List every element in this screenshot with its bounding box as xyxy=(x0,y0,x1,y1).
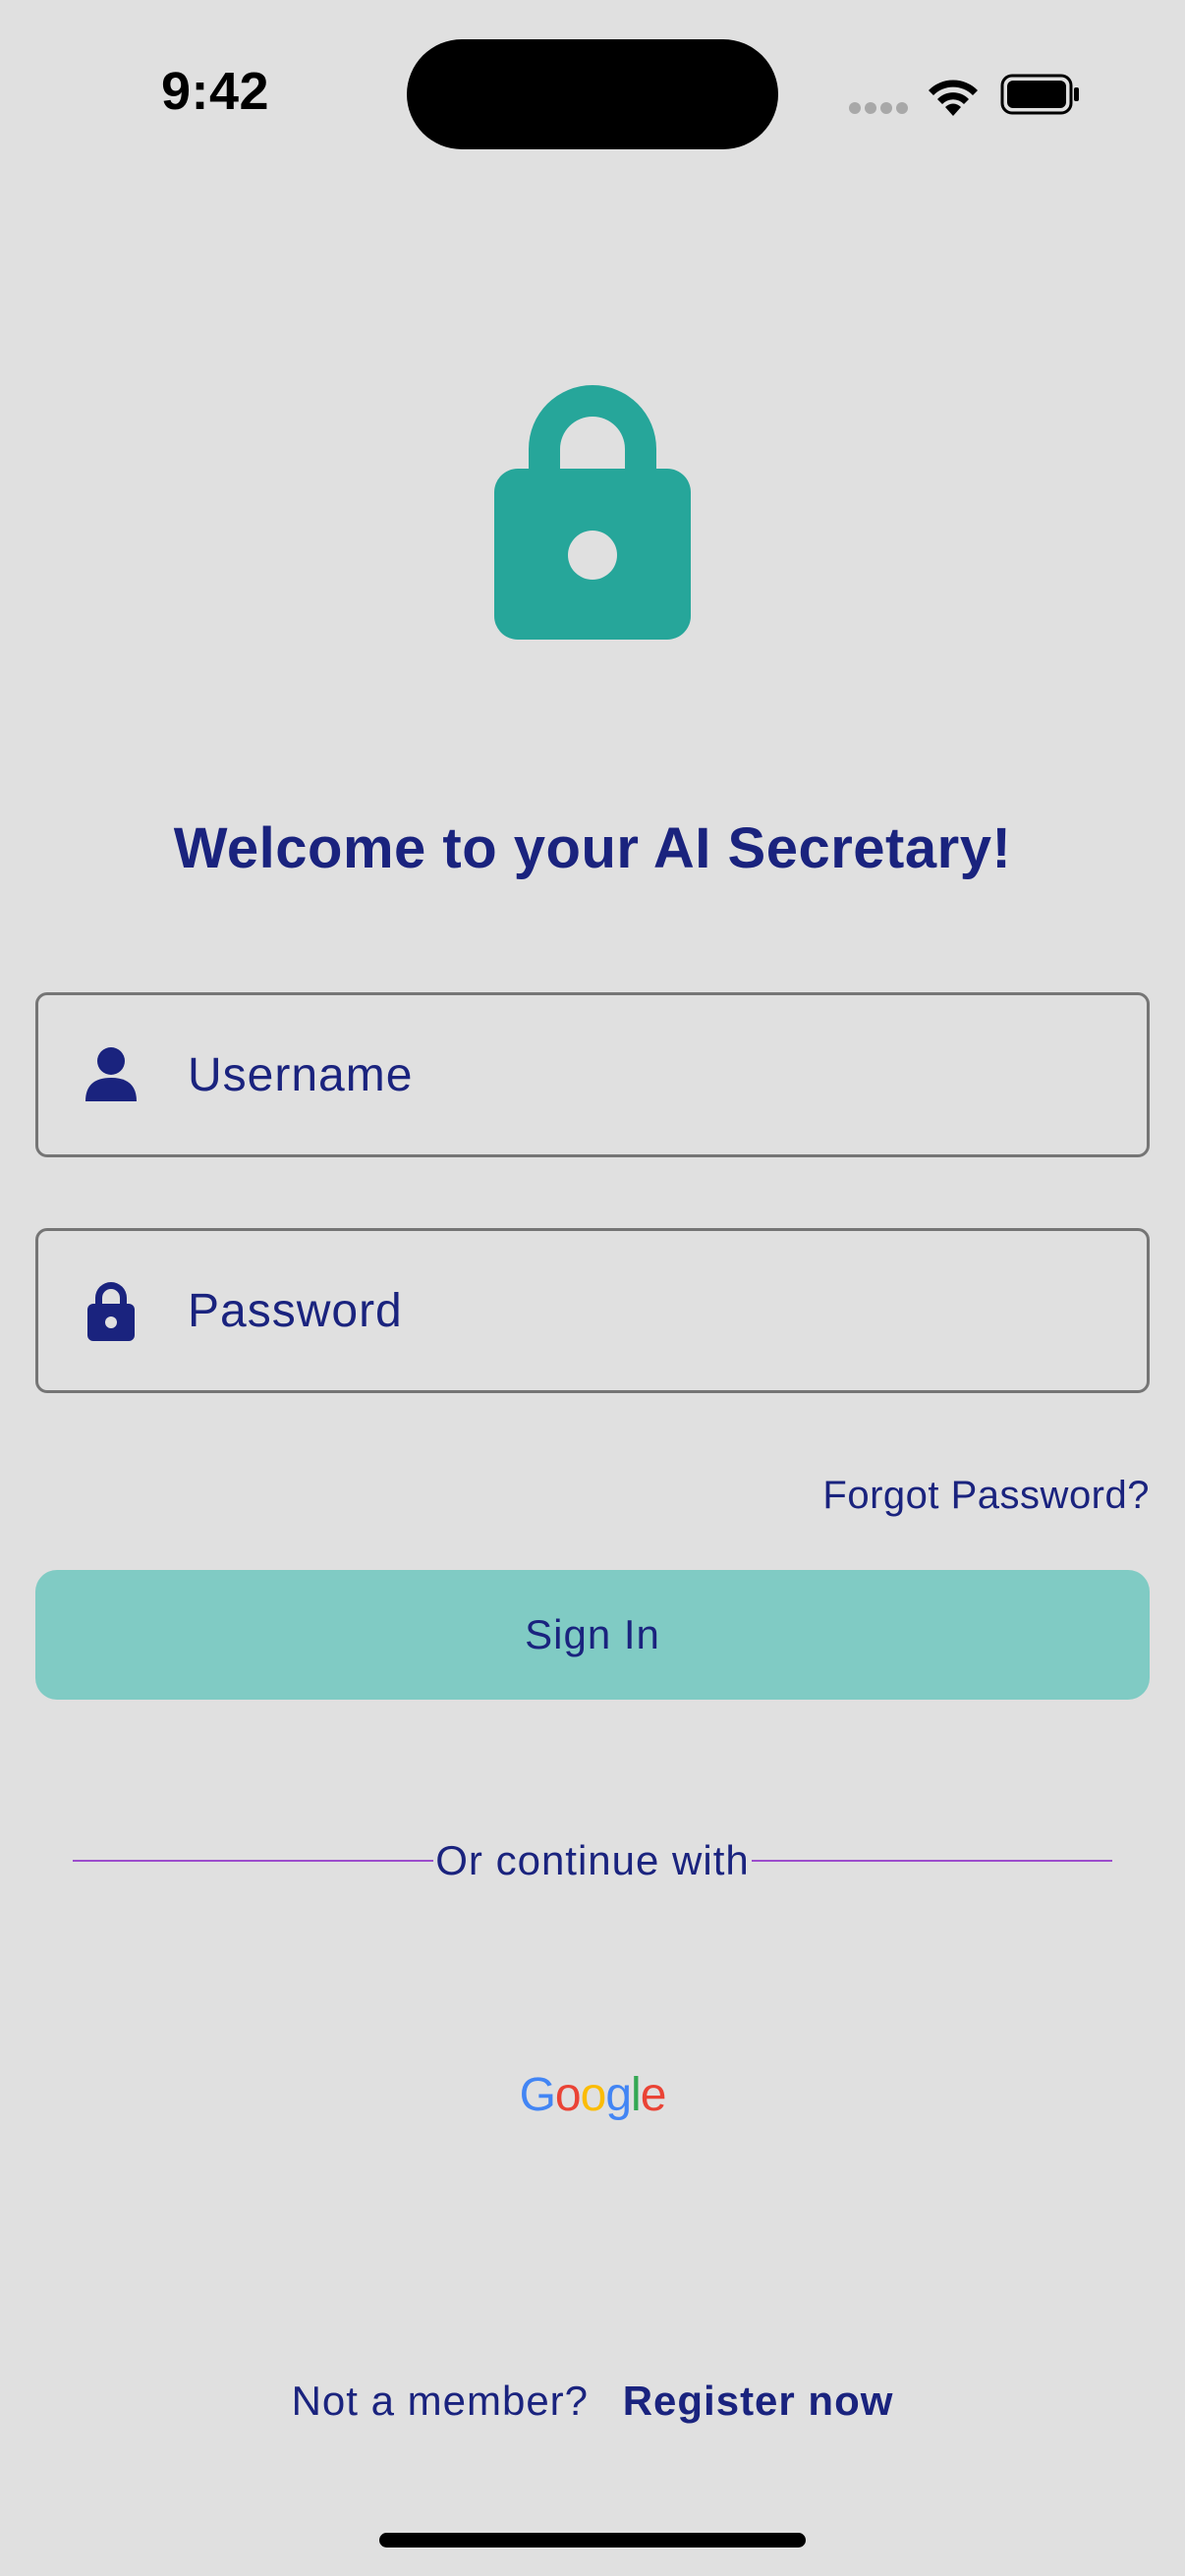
username-field[interactable] xyxy=(35,992,1150,1157)
divider-line-right xyxy=(751,1860,1113,1862)
or-continue-divider: Or continue with xyxy=(73,1835,1113,1886)
cellular-signal-icon xyxy=(849,102,908,116)
page-title: Welcome to your AI Secretary! xyxy=(173,816,1012,880)
person-icon xyxy=(85,1047,137,1101)
home-indicator[interactable] xyxy=(379,2533,806,2548)
register-row: Not a member? Register now xyxy=(0,2378,1185,2425)
password-field[interactable] xyxy=(35,1228,1150,1393)
username-input[interactable] xyxy=(188,995,1131,1154)
status-time: 9:42 xyxy=(161,62,270,121)
divider-line-left xyxy=(73,1860,434,1862)
google-sign-in-button[interactable]: Google xyxy=(491,2055,694,2134)
status-bar: 9:42 xyxy=(0,0,1185,187)
forgot-password-link[interactable]: Forgot Password? xyxy=(822,1474,1150,1518)
wifi-icon xyxy=(929,80,978,116)
register-prompt: Not a member? xyxy=(291,2378,590,2424)
lock-icon xyxy=(494,385,691,640)
google-logo-icon: Google xyxy=(519,2068,667,2121)
password-input[interactable] xyxy=(188,1231,1131,1390)
sign-in-button[interactable]: Sign In xyxy=(35,1570,1150,1700)
dynamic-island xyxy=(407,39,778,149)
divider-label: Or continue with xyxy=(435,1837,750,1883)
register-now-link[interactable]: Register now xyxy=(623,2378,894,2424)
battery-icon xyxy=(1000,74,1079,115)
lock-icon xyxy=(87,1282,135,1341)
